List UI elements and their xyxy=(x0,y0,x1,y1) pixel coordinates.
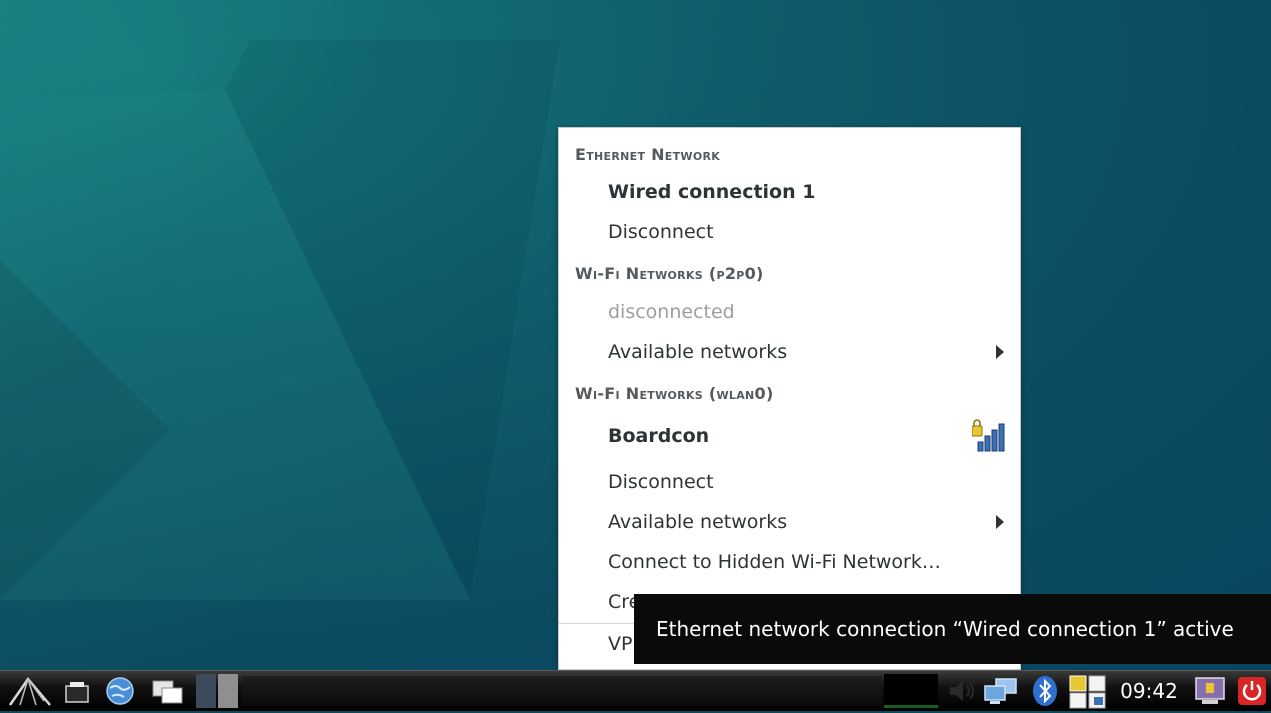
monitor-icon[interactable] xyxy=(1192,675,1228,707)
section-header-ethernet: Ethernet Network xyxy=(575,145,721,164)
network-tooltip: Ethernet network connection “Wired conne… xyxy=(634,594,1271,664)
bluetooth-icon[interactable] xyxy=(1030,675,1060,707)
wifi-secure-signal-icon xyxy=(971,418,1008,454)
globe-icon[interactable] xyxy=(104,675,136,707)
desktop-pager-icon[interactable] xyxy=(1068,675,1108,709)
file-manager-icon[interactable] xyxy=(62,675,94,707)
submenu-arrow-icon xyxy=(996,515,1004,529)
menu-item-boardcon[interactable]: Boardcon xyxy=(608,425,709,447)
cpu-monitor xyxy=(884,674,938,708)
menu-item-wired-connection[interactable]: Wired connection 1 xyxy=(608,181,815,203)
volume-icon[interactable] xyxy=(944,675,978,707)
network-icon[interactable] xyxy=(982,675,1020,707)
clock[interactable]: 09:42 xyxy=(1112,675,1186,707)
menu-item-wlan0-disconnect[interactable]: Disconnect xyxy=(608,471,714,493)
section-header-wifi-p2p0: Wi-Fi Networks (p2p0) xyxy=(575,264,764,283)
menu-item-connect-hidden[interactable]: Connect to Hidden Wi-Fi Network… xyxy=(608,551,941,573)
window-switcher-icon[interactable] xyxy=(150,675,186,707)
network-menu: Ethernet Network Wired connection 1 Disc… xyxy=(558,127,1021,670)
p2p0-status: disconnected xyxy=(608,301,735,323)
lxde-start-icon[interactable] xyxy=(6,675,54,707)
menu-item-ethernet-disconnect[interactable]: Disconnect xyxy=(608,221,714,243)
section-header-wifi-wlan0: Wi-Fi Networks (wlan0) xyxy=(575,384,774,403)
task-list xyxy=(242,676,882,706)
menu-item-vpn[interactable]: VP xyxy=(608,633,632,655)
power-icon[interactable] xyxy=(1236,675,1268,707)
wallpaper-facet xyxy=(0,40,560,600)
taskbar-button[interactable] xyxy=(218,674,238,708)
menu-item-wlan0-available-networks[interactable]: Available networks xyxy=(608,511,787,533)
menu-item-p2p0-available-networks[interactable]: Available networks xyxy=(608,341,787,363)
taskbar-button[interactable] xyxy=(196,674,216,708)
submenu-arrow-icon xyxy=(996,345,1004,359)
taskbar: 09:42 xyxy=(0,670,1271,711)
